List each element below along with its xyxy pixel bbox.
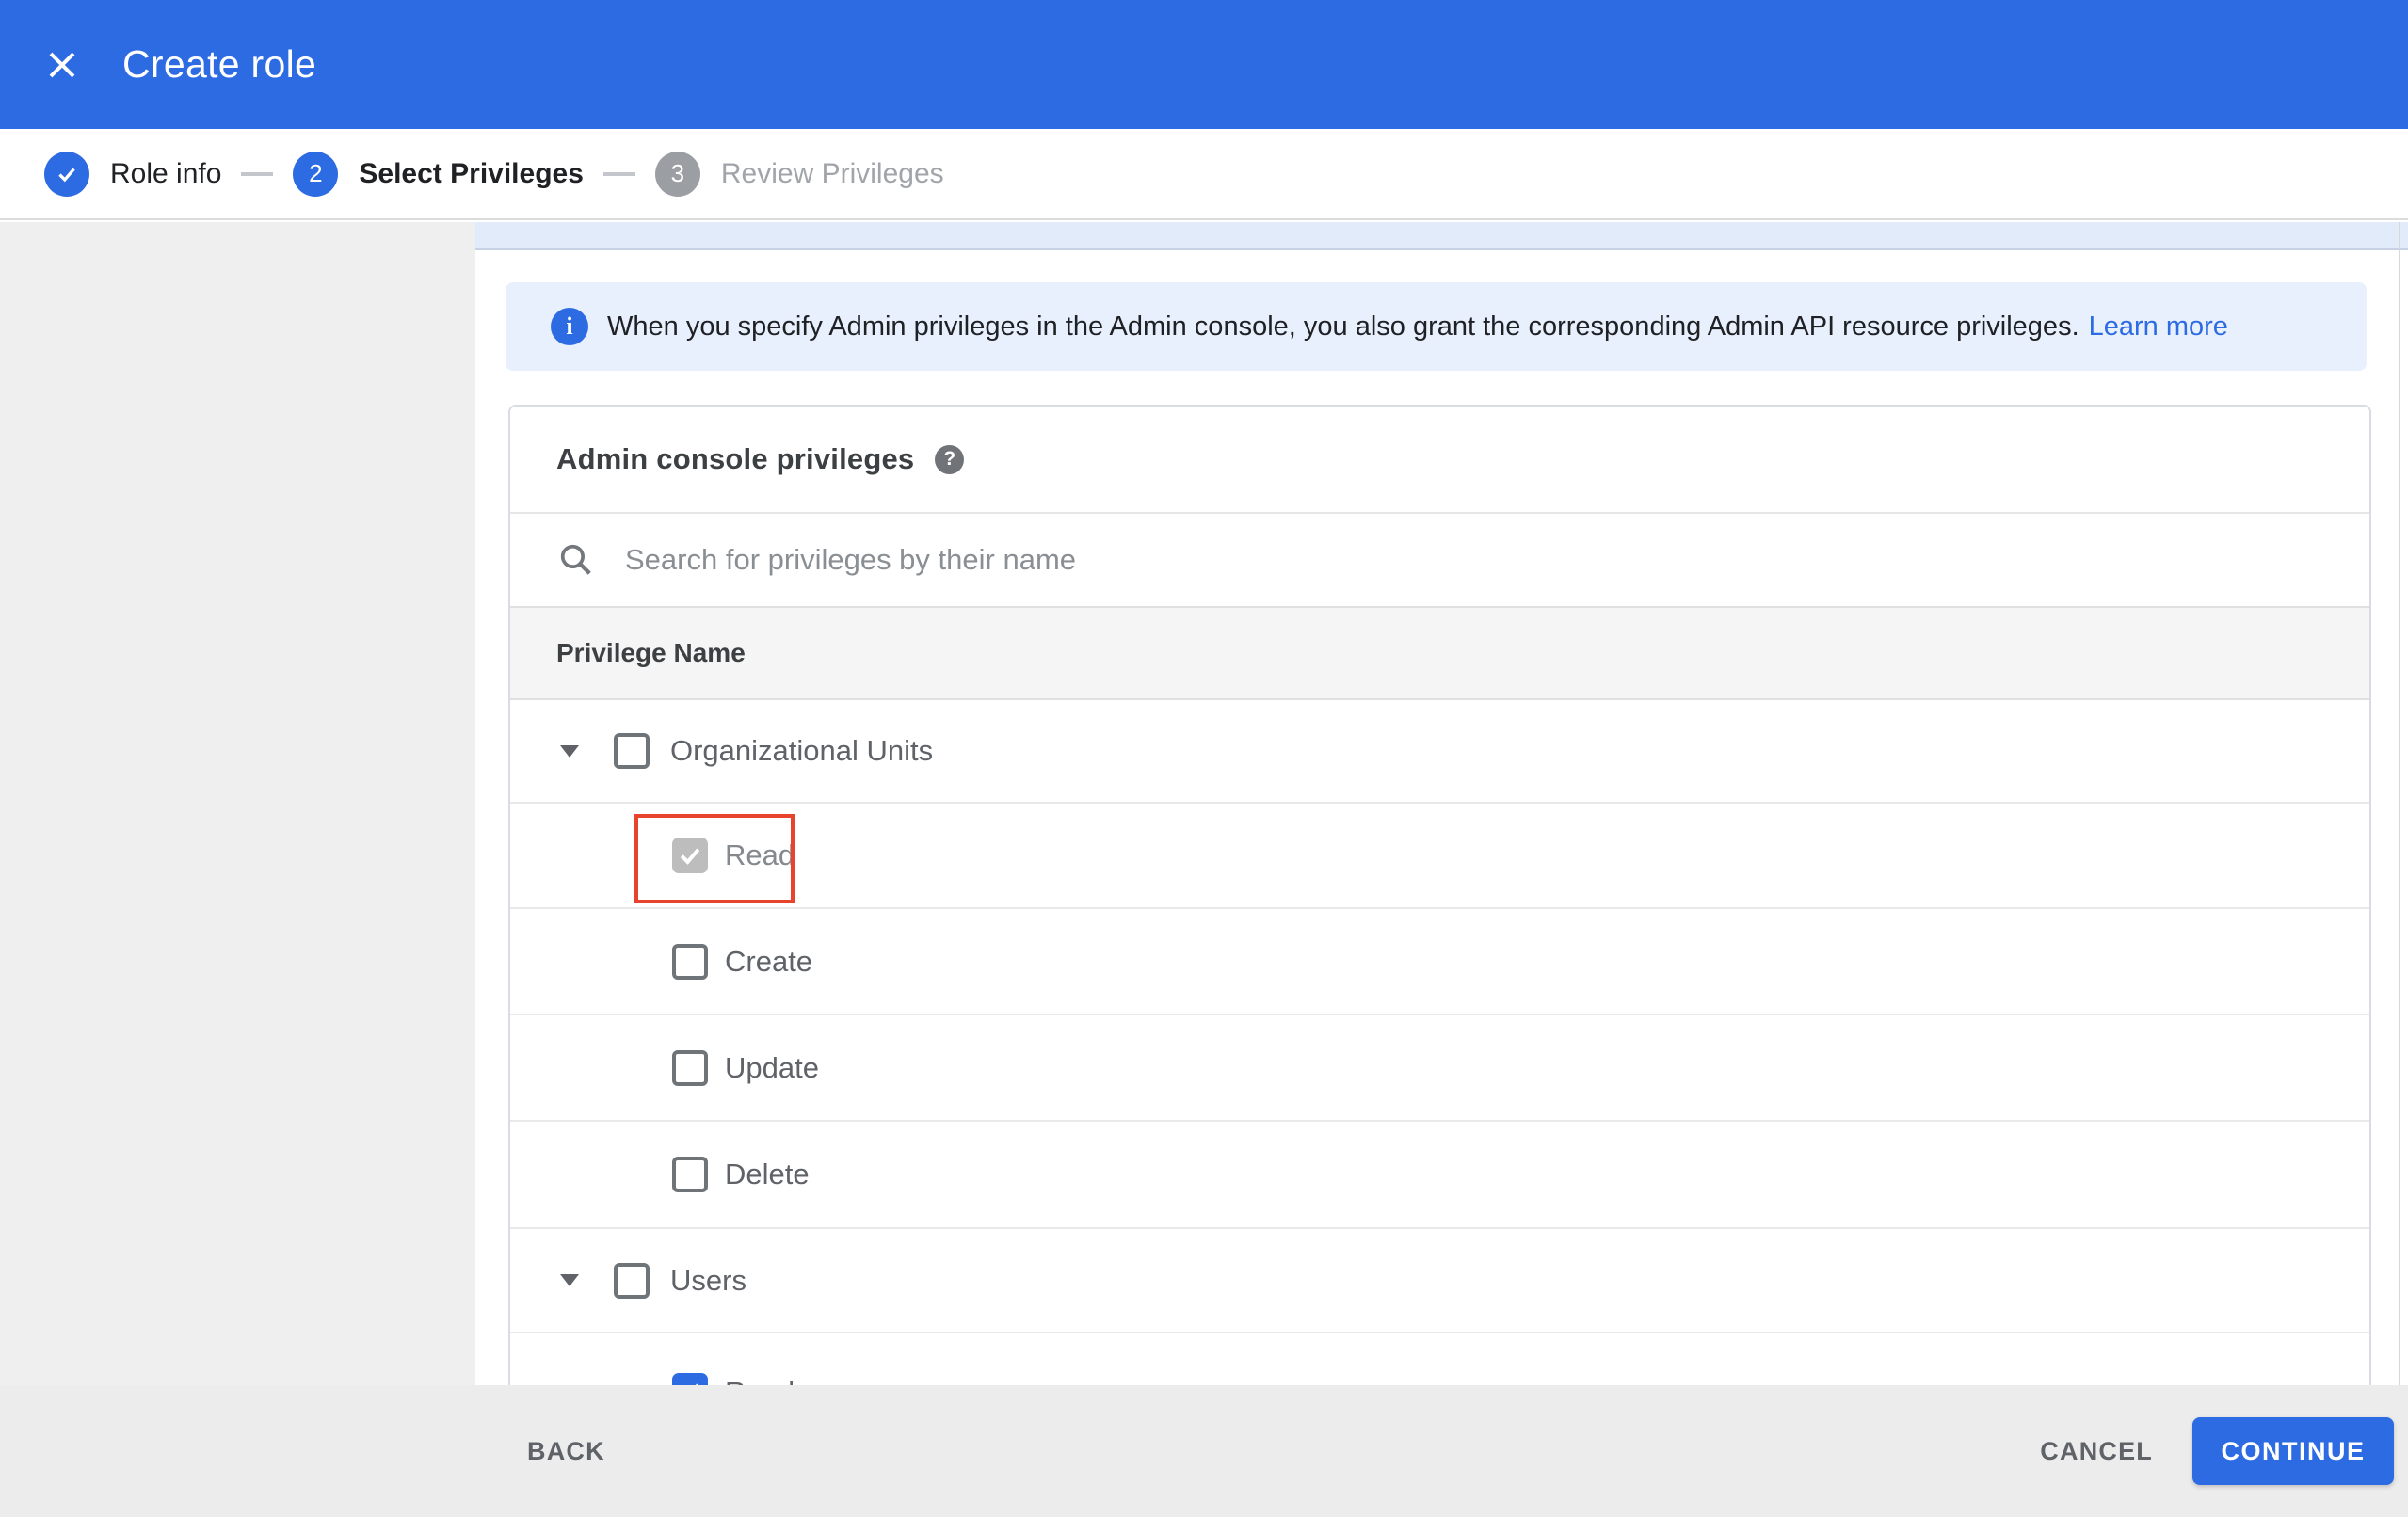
scrolled-content-strip xyxy=(475,222,2408,250)
checkbox-read-checked[interactable] xyxy=(672,838,708,873)
create-role-dialog: Create role Role info 2 Select Privilege… xyxy=(0,0,2408,1517)
back-button[interactable]: BACK xyxy=(527,1385,605,1517)
scrollbar-track xyxy=(2399,222,2400,1385)
card-heading: Admin console privileges xyxy=(556,442,915,475)
main-content: i When you specify Admin privileges in t… xyxy=(475,222,2408,1385)
step-3-circle: 3 xyxy=(654,151,700,197)
privilege-row-users[interactable]: Users xyxy=(510,1229,2369,1333)
privileges-card: Admin console privileges ? Privilege Nam… xyxy=(508,405,2371,1385)
continue-button[interactable]: CONTINUE xyxy=(2192,1417,2394,1485)
close-icon xyxy=(45,48,79,82)
privilege-label: Read xyxy=(725,1376,795,1385)
learn-more-link[interactable]: Learn more xyxy=(2089,311,2228,343)
step-1-circle xyxy=(44,151,89,197)
footer-bar: BACK CANCEL CONTINUE xyxy=(0,1385,2408,1517)
page-title: Create role xyxy=(122,42,317,86)
privilege-label: Delete xyxy=(725,1158,810,1190)
step-connector xyxy=(602,171,635,176)
card-heading-row: Admin console privileges ? xyxy=(510,407,2369,514)
left-sidebar xyxy=(0,222,475,1385)
search-row xyxy=(510,514,2369,606)
checkbox-delete[interactable] xyxy=(672,1157,708,1192)
privilege-row-users-read[interactable]: Read xyxy=(510,1333,2369,1385)
privilege-label: Organizational Units xyxy=(670,734,934,767)
checkbox-users-read-checked[interactable] xyxy=(672,1373,708,1385)
step-2-circle: 2 xyxy=(293,151,339,197)
info-banner-text: When you specify Admin privileges in the… xyxy=(607,311,2079,342)
workspace: i When you specify Admin privileges in t… xyxy=(0,222,2408,1385)
search-icon xyxy=(557,541,595,579)
privilege-name-column-header: Privilege Name xyxy=(556,638,746,667)
help-icon[interactable]: ? xyxy=(935,444,965,474)
step-3-label: Review Privileges xyxy=(720,157,944,189)
step-2-label: Select Privileges xyxy=(359,157,584,189)
search-input[interactable] xyxy=(623,542,2035,578)
info-banner: i When you specify Admin privileges in t… xyxy=(506,282,2367,371)
privilege-row-organizational-units[interactable]: Organizational Units xyxy=(510,700,2369,804)
info-icon: i xyxy=(551,308,588,345)
privilege-row-delete[interactable]: Delete xyxy=(510,1122,2369,1229)
privilege-row-update[interactable]: Update xyxy=(510,1015,2369,1122)
footer-actions: CANCEL CONTINUE xyxy=(2027,1385,2394,1517)
privilege-label: Create xyxy=(725,944,813,978)
step-review-privileges[interactable]: 3 Review Privileges xyxy=(654,151,944,197)
checkbox-users[interactable] xyxy=(614,1262,650,1299)
privilege-row-read[interactable]: Read xyxy=(510,804,2369,909)
app-bar: Create role xyxy=(0,0,2408,129)
close-button[interactable] xyxy=(41,0,83,129)
checkbox-create[interactable] xyxy=(672,943,708,980)
checkbox-organizational-units[interactable] xyxy=(614,733,650,769)
check-icon xyxy=(55,162,79,186)
step-role-info[interactable]: Role info xyxy=(44,151,222,197)
table-header-row: Privilege Name xyxy=(510,606,2369,700)
privilege-row-create[interactable]: Create xyxy=(510,909,2369,1015)
checkbox-update[interactable] xyxy=(672,1049,708,1086)
step-connector xyxy=(241,171,274,176)
step-1-label: Role info xyxy=(110,157,222,189)
stepper: Role info 2 Select Privileges 3 Review P… xyxy=(0,129,2408,220)
step-select-privileges[interactable]: 2 Select Privileges xyxy=(293,151,584,197)
expander-collapse-icon[interactable] xyxy=(560,1274,579,1286)
cancel-button[interactable]: CANCEL xyxy=(2027,1428,2166,1476)
privilege-label: Users xyxy=(670,1263,746,1297)
expander-collapse-icon[interactable] xyxy=(560,744,579,758)
privilege-label: Update xyxy=(725,1050,819,1084)
privilege-label: Read xyxy=(725,838,795,871)
